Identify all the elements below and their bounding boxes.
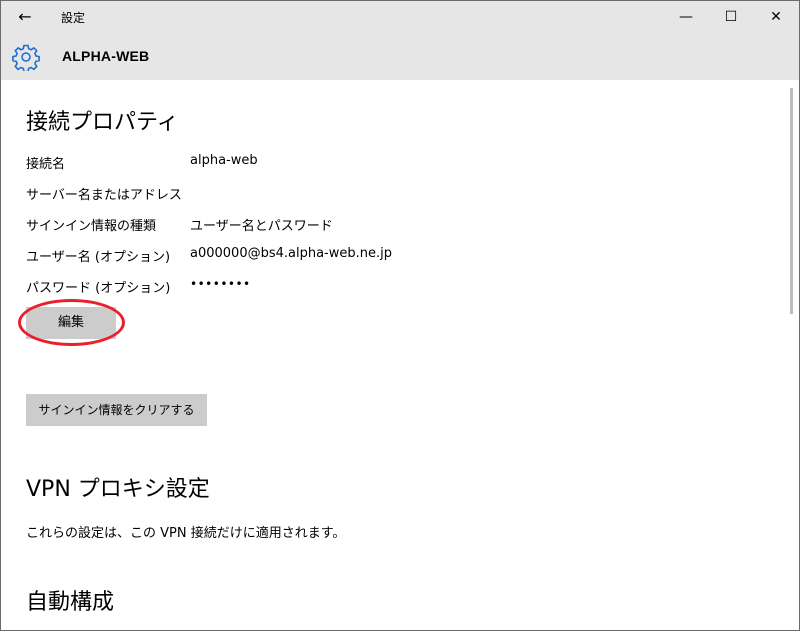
close-button[interactable]: ✕ bbox=[762, 5, 790, 29]
section-title-connection-properties: 接続プロパティ bbox=[26, 110, 179, 135]
value-username: a000000@bs4.alpha-web.ne.jp bbox=[190, 246, 392, 261]
label-server-address: サーバー名またはアドレス bbox=[26, 188, 182, 203]
settings-content: 接続プロパティ 接続名 alpha-web サーバー名またはアドレス サインイン… bbox=[1, 80, 785, 630]
page-title: ALPHA-WEB bbox=[62, 48, 150, 64]
section-title-auto-config: 自動構成 bbox=[26, 590, 115, 615]
settings-window: ← 設定 — ☐ ✕ ALPHA-WEB 接続プロパティ 接続名 alpha-w… bbox=[0, 0, 800, 631]
section-title-vpn-proxy: VPN プロキシ設定 bbox=[26, 477, 210, 502]
label-password: パスワード (オプション) bbox=[26, 281, 171, 296]
vpn-proxy-description: これらの設定は、この VPN 接続だけに適用されます。 bbox=[26, 526, 346, 541]
maximize-button[interactable]: ☐ bbox=[717, 5, 745, 29]
back-arrow-icon[interactable]: ← bbox=[11, 7, 39, 27]
label-username: ユーザー名 (オプション) bbox=[26, 250, 171, 265]
value-connection-name: alpha-web bbox=[190, 153, 258, 168]
clear-signin-info-button[interactable]: サインイン情報をクリアする bbox=[26, 394, 207, 426]
vertical-scrollbar[interactable] bbox=[785, 80, 799, 630]
window-title: 設定 bbox=[61, 11, 86, 25]
label-signin-type: サインイン情報の種類 bbox=[26, 219, 157, 234]
value-signin-type: ユーザー名とパスワード bbox=[190, 219, 333, 234]
minimize-button[interactable]: — bbox=[672, 5, 700, 29]
highlight-circle bbox=[18, 299, 125, 346]
value-password: •••••••• bbox=[190, 277, 251, 291]
title-bar: ← 設定 — ☐ ✕ bbox=[1, 1, 799, 33]
gear-icon bbox=[12, 44, 40, 71]
page-header: ALPHA-WEB bbox=[1, 33, 799, 80]
scrollbar-thumb[interactable] bbox=[790, 88, 793, 314]
label-connection-name: 接続名 bbox=[26, 157, 66, 172]
